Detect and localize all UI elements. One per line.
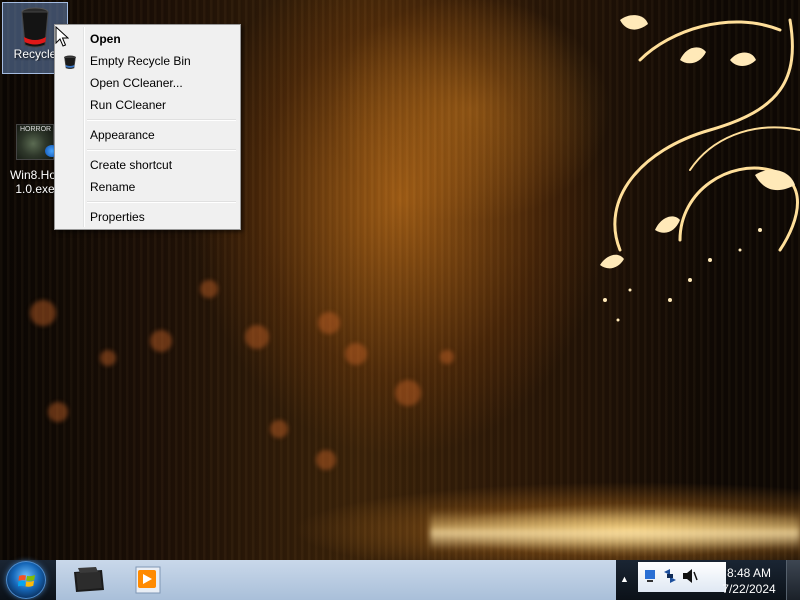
menu-separator — [87, 198, 238, 206]
menu-item-label: Rename — [90, 180, 136, 194]
media-player-icon — [135, 566, 161, 594]
menu-item-label: Open CCleaner... — [90, 76, 183, 90]
bokeh-light — [100, 350, 116, 366]
bokeh-light — [318, 312, 340, 334]
network-icon[interactable] — [642, 568, 658, 584]
menu-item-label: Open — [90, 32, 121, 46]
menu-item-open-ccleaner[interactable]: Open CCleaner... — [57, 72, 238, 94]
bokeh-light — [395, 380, 421, 406]
clock-date[interactable]: 7/22/2024 — [712, 582, 786, 596]
decorative-swirl-art — [600, 15, 800, 322]
menu-item-rename[interactable]: Rename — [57, 176, 238, 198]
icon-thumb-text: HORROR — [20, 126, 52, 133]
connection-icon[interactable] — [662, 568, 678, 584]
taskbar: ▲ 8:48 AM 7/22/2024 — [0, 560, 800, 600]
menu-item-run-ccleaner[interactable]: Run CCleaner — [57, 94, 238, 116]
bokeh-light — [30, 300, 56, 326]
menu-item-empty-recycle-bin[interactable]: Empty Recycle Bin — [57, 50, 238, 72]
menu-item-label: Run CCleaner — [90, 98, 167, 112]
windows-logo-icon — [18, 575, 35, 587]
menu-item-properties[interactable]: Properties — [57, 206, 238, 228]
horror-game-icon: HORROR — [16, 124, 59, 160]
bokeh-light — [150, 330, 172, 352]
menu-item-label: Properties — [90, 210, 145, 224]
recycle-bin-icon — [63, 54, 77, 70]
system-tray: ▲ 8:48 AM 7/22/2024 — [616, 560, 800, 600]
bokeh-light — [316, 450, 336, 470]
recycle-bin-icon — [20, 7, 50, 48]
bokeh-light — [48, 402, 68, 422]
file-explorer-icon — [74, 567, 104, 592]
menu-separator — [87, 116, 238, 124]
volume-icon[interactable] — [682, 568, 698, 584]
taskbar-file-explorer[interactable] — [68, 564, 118, 596]
taskbar-media-player[interactable] — [132, 564, 182, 596]
bokeh-light — [245, 325, 269, 349]
menu-item-appearance[interactable]: Appearance — [57, 124, 238, 146]
bokeh-light — [270, 420, 288, 438]
menu-item-create-shortcut[interactable]: Create shortcut — [57, 154, 238, 176]
menu-item-label: Create shortcut — [90, 158, 173, 172]
clock-time[interactable]: 8:48 AM — [712, 566, 786, 580]
chevron-up-icon[interactable]: ▲ — [620, 574, 629, 584]
bokeh-light — [200, 280, 218, 298]
menu-item-label: Empty Recycle Bin — [90, 54, 191, 68]
start-button[interactable] — [6, 561, 46, 599]
recycle-bin-context-menu: Open Empty Recycle Bin Open CCleaner... … — [54, 24, 241, 230]
show-desktop-button[interactable] — [786, 560, 800, 600]
wallpaper-light-band — [430, 510, 800, 550]
bokeh-light — [345, 343, 367, 365]
menu-separator — [87, 146, 238, 154]
bokeh-light — [440, 350, 454, 364]
mouse-pointer-icon — [55, 26, 69, 47]
menu-item-label: Appearance — [90, 128, 155, 142]
menu-item-open[interactable]: Open — [57, 28, 238, 50]
taskbar-buttons-area — [56, 560, 616, 600]
